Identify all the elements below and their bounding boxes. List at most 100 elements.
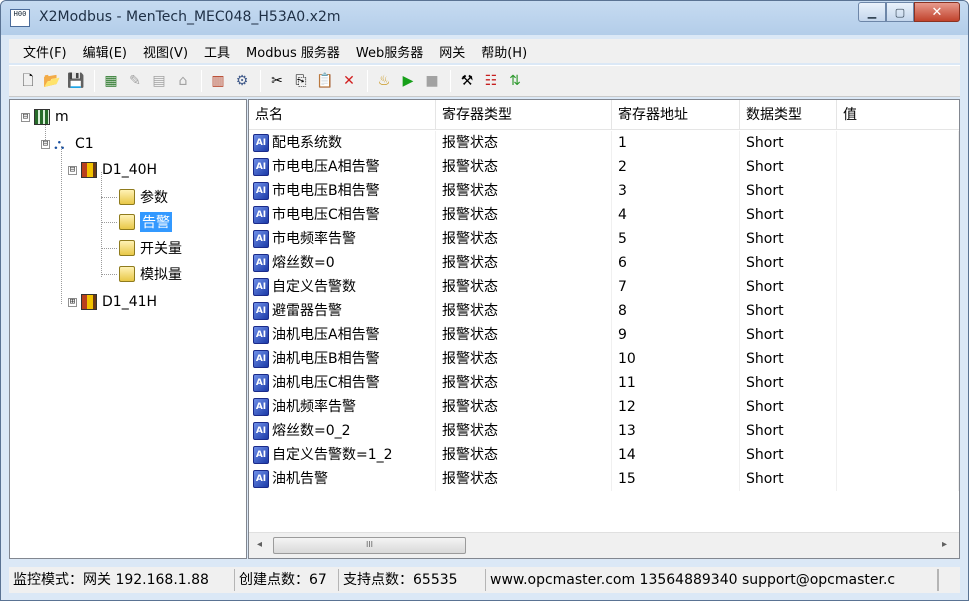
cell-value — [837, 251, 959, 275]
table-row[interactable]: AI 避雷器告警 报警状态 8 Short — [249, 299, 959, 323]
table-row[interactable]: AI 市电频率告警 报警状态 5 Short — [249, 227, 959, 251]
close-button[interactable]: ✕ — [914, 2, 960, 22]
tree-node-folder-alarm[interactable]: 告警 — [119, 211, 172, 233]
toolbar-separator — [201, 70, 202, 92]
log-icon[interactable]: ☷ — [480, 70, 502, 92]
point-name-text: 自定义告警数 — [272, 279, 356, 295]
save-icon[interactable]: 💾 — [65, 70, 87, 92]
expand-icon[interactable]: ⊞ — [68, 297, 77, 307]
tree-line — [61, 146, 62, 304]
table-row[interactable]: AI 油机告警 报警状态 15 Short — [249, 467, 959, 491]
table-row[interactable]: AI 市电电压A相告警 报警状态 2 Short — [249, 155, 959, 179]
cell-point-name: AI 自定义告警数=1_2 — [249, 443, 436, 467]
column-header-register-type[interactable]: 寄存器类型 — [436, 100, 612, 130]
folder-icon — [119, 266, 135, 282]
table-row[interactable]: AI 油机电压A相告警 报警状态 9 Short — [249, 323, 959, 347]
tools-icon[interactable]: ⚒ — [456, 70, 478, 92]
menu-bar: 文件(F) 编辑(E) 视图(V) 工具 Modbus 服务器 Web服务器 网… — [9, 39, 960, 63]
open-icon[interactable]: 📂 — [41, 70, 63, 92]
delete-icon[interactable]: ✕ — [338, 70, 360, 92]
cell-point-name: AI 市电频率告警 — [249, 227, 436, 251]
cell-point-name: AI 油机电压C相告警 — [249, 371, 436, 395]
cell-data-type: Short — [740, 443, 837, 467]
edit-icon[interactable]: ✎ — [124, 70, 146, 92]
device-tree[interactable]: ⊟ m ⊟ ⛬ C1 ⊟ D1_40H 参数 告警 开关量 模拟量 ⊞ D1_4… — [9, 99, 247, 559]
table-row[interactable]: AI 熔丝数=0_2 报警状态 13 Short — [249, 419, 959, 443]
scroll-left-icon[interactable]: ◂ — [257, 539, 262, 550]
table-row[interactable]: AI 自定义告警数 报警状态 7 Short — [249, 275, 959, 299]
menu-file[interactable]: 文件(F) — [15, 42, 75, 61]
device-icon[interactable]: ▥ — [207, 70, 229, 92]
tree-node-folder-params[interactable]: 参数 — [119, 186, 168, 208]
cell-point-name: AI 油机电压B相告警 — [249, 347, 436, 371]
paste-icon[interactable]: 📋 — [314, 70, 336, 92]
collapse-icon[interactable]: ⊟ — [21, 112, 30, 122]
tree-line — [101, 222, 117, 223]
window-controls: ▁ ▢ ✕ — [858, 2, 960, 22]
cell-register-type: 报警状态 — [436, 395, 612, 419]
tree-node-folder-analog[interactable]: 模拟量 — [119, 263, 182, 285]
resize-grip-icon[interactable] — [938, 569, 948, 591]
menu-view[interactable]: 视图(V) — [135, 42, 196, 61]
column-header-data-type[interactable]: 数据类型 — [740, 100, 837, 130]
device-icon — [81, 294, 97, 310]
point-name-text: 油机频率告警 — [272, 399, 356, 415]
cut-icon[interactable]: ✂ — [266, 70, 288, 92]
tree-node-root[interactable]: ⊟ m — [21, 106, 69, 128]
collapse-icon[interactable]: ⊟ — [41, 139, 50, 149]
tree-node-channel[interactable]: ⊟ ⛬ C1 — [41, 133, 94, 155]
transfer-icon[interactable]: ⇅ — [504, 70, 526, 92]
minimize-button[interactable]: ▁ — [858, 2, 886, 22]
table-row[interactable]: AI 市电电压B相告警 报警状态 3 Short — [249, 179, 959, 203]
table-row[interactable]: AI 自定义告警数=1_2 报警状态 14 Short — [249, 443, 959, 467]
point-name-text: 市电电压C相告警 — [272, 207, 380, 223]
scroll-thumb[interactable]: III — [273, 537, 466, 554]
point-icon: AI — [253, 206, 269, 224]
point-icon: AI — [253, 326, 269, 344]
point-icon: AI — [253, 158, 269, 176]
tree-node-folder-switch[interactable]: 开关量 — [119, 237, 182, 259]
table-row[interactable]: AI 油机电压C相告警 报警状态 11 Short — [249, 371, 959, 395]
cell-register-type: 报警状态 — [436, 347, 612, 371]
menu-help[interactable]: 帮助(H) — [473, 42, 535, 61]
menu-gateway[interactable]: 网关 — [431, 42, 473, 61]
title-bar[interactable]: H00 X2Modbus - MenTech_MEC048_H53A0.x2m … — [1, 1, 968, 35]
new-icon[interactable]: 🗋 — [17, 70, 39, 92]
cell-value — [837, 443, 959, 467]
cell-register-address: 1 — [612, 131, 740, 155]
monitor-icon[interactable]: ♨ — [373, 70, 395, 92]
disabled-icon[interactable]: ⌂ — [172, 70, 194, 92]
status-mode: 监控模式：网关 192.168.1.88 — [9, 569, 235, 591]
point-icon: AI — [253, 422, 269, 440]
run-icon[interactable]: ▶ — [397, 70, 419, 92]
menu-tools[interactable]: 工具 — [196, 42, 238, 61]
column-header-value[interactable]: 值 — [837, 100, 959, 130]
properties-icon[interactable]: ▤ — [148, 70, 170, 92]
stop-icon[interactable]: ■ — [421, 70, 443, 92]
horizontal-scrollbar[interactable]: ◂ III ▸ — [249, 532, 959, 558]
menu-modbus-server[interactable]: Modbus 服务器 — [238, 42, 348, 61]
scroll-right-icon[interactable]: ▸ — [942, 539, 947, 550]
table-row[interactable]: AI 油机电压B相告警 报警状态 10 Short — [249, 347, 959, 371]
points-list[interactable]: 点名 寄存器类型 寄存器地址 数据类型 值 AI 配电系统数 报警状态 1 Short A… — [248, 99, 960, 559]
menu-web-server[interactable]: Web服务器 — [348, 42, 431, 61]
table-row[interactable]: AI 市电电压C相告警 报警状态 4 Short — [249, 203, 959, 227]
settings-icon[interactable]: ⚙ — [231, 70, 253, 92]
point-icon: AI — [253, 470, 269, 488]
table-row[interactable]: AI 熔丝数=0 报警状态 6 Short — [249, 251, 959, 275]
tree-node-device-d1-41h[interactable]: ⊞ D1_41H — [68, 291, 157, 313]
cell-data-type: Short — [740, 203, 837, 227]
tree-node-label: C1 — [75, 136, 94, 152]
column-header-register-address[interactable]: 寄存器地址 — [612, 100, 740, 130]
tree-node-device-d1-40h[interactable]: ⊟ D1_40H — [68, 159, 157, 181]
menu-edit[interactable]: 编辑(E) — [75, 42, 135, 61]
column-header-name[interactable]: 点名 — [249, 100, 436, 130]
maximize-button[interactable]: ▢ — [886, 2, 914, 22]
collapse-icon[interactable]: ⊟ — [68, 165, 77, 175]
status-supported-points: 支持点数：65535 — [339, 569, 486, 591]
table-row[interactable]: AI 配电系统数 报警状态 1 Short — [249, 131, 959, 155]
cell-point-name: AI 配电系统数 — [249, 131, 436, 155]
add-icon[interactable]: ▦ — [100, 70, 122, 92]
copy-icon[interactable]: ⎘ — [290, 70, 312, 92]
table-row[interactable]: AI 油机频率告警 报警状态 12 Short — [249, 395, 959, 419]
